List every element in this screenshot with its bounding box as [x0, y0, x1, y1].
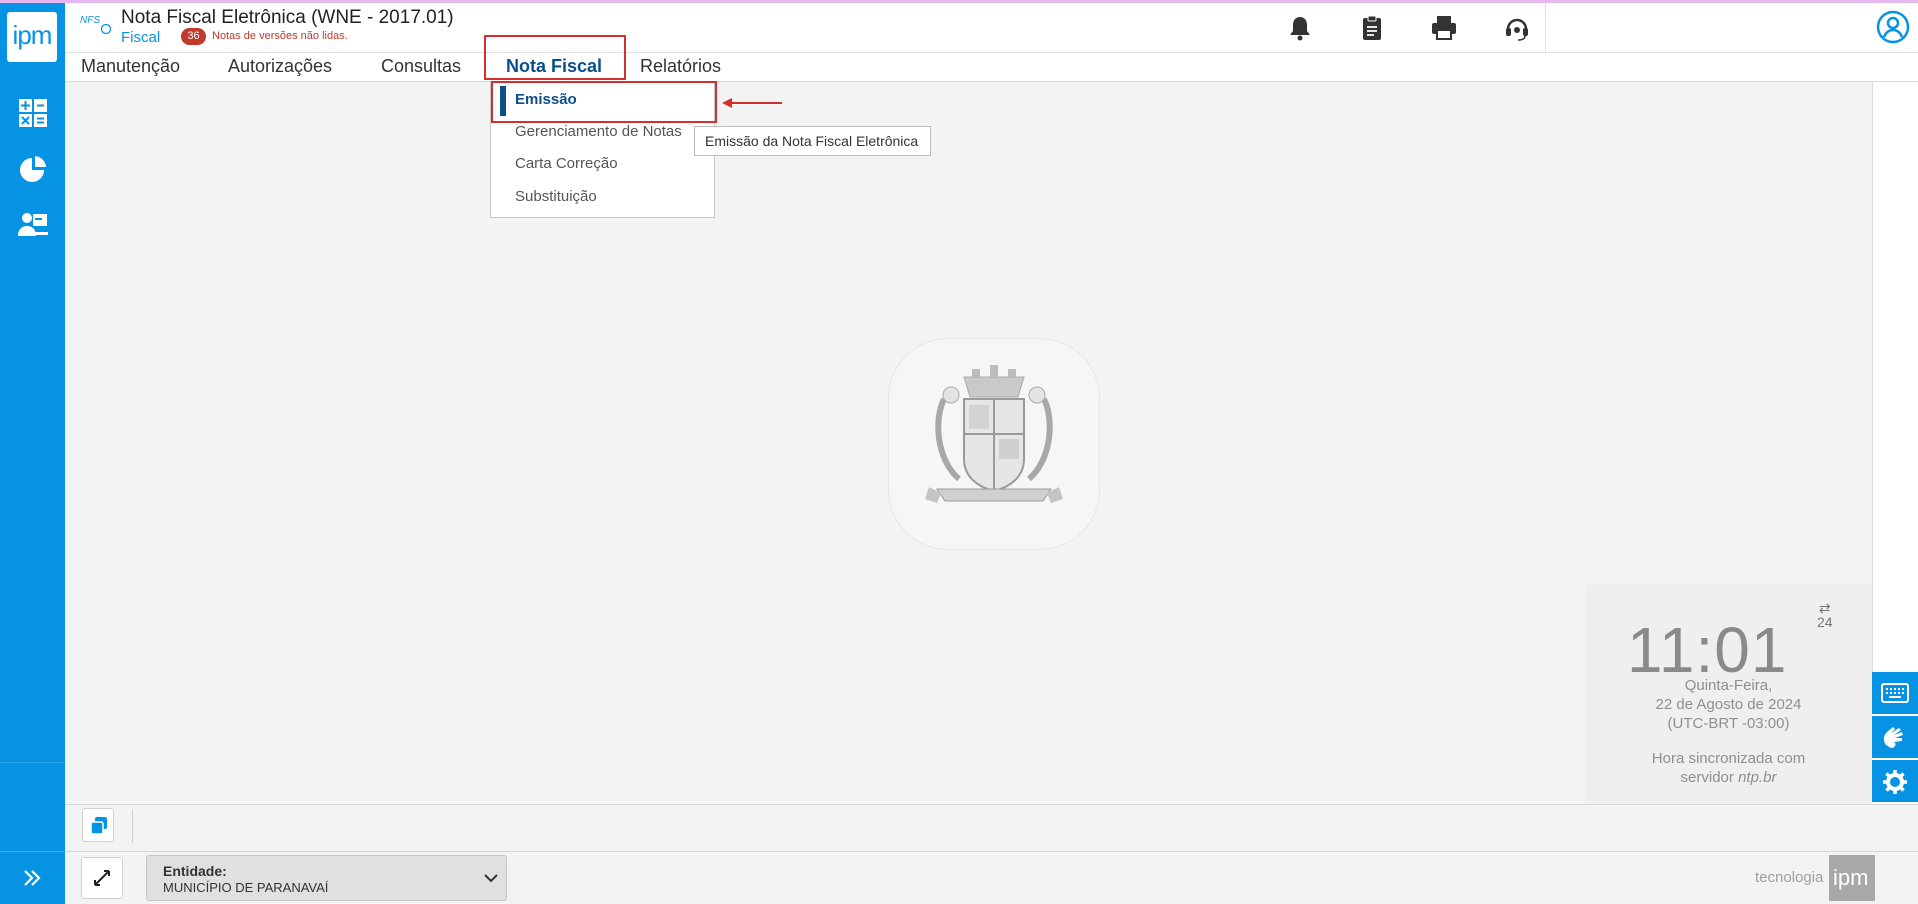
menu-consultas[interactable]: Consultas [381, 56, 461, 77]
calculator-icon[interactable] [17, 97, 49, 129]
keyboard-icon [1881, 683, 1909, 703]
nfse-stamp-icon [100, 23, 112, 35]
expand-arrows-icon [94, 870, 110, 886]
menu-highlight-box [484, 35, 626, 80]
dropdown-item-substituicao[interactable]: Substituição [515, 188, 597, 205]
emissao-tooltip: Emissão da Nota Fiscal Eletrônica [694, 126, 931, 156]
user-board-icon[interactable] [17, 209, 49, 241]
app-subtitle: Fiscal [121, 29, 161, 46]
fullscreen-button[interactable] [81, 857, 123, 899]
header: NFS Nota Fiscal Eletrônica (WNE - 2017.0… [65, 3, 1918, 53]
chevron-down-icon [484, 874, 498, 883]
clock-day: Quinta-Feira, [1684, 677, 1773, 694]
clipboard-icon[interactable] [1357, 13, 1387, 43]
clock-sync-line1: Hora sincronizada com [1651, 750, 1806, 767]
windows-button[interactable] [82, 808, 114, 842]
entity-select[interactable]: Entidade: MUNICÍPIO DE PARANAVAÍ [146, 855, 507, 901]
entity-value: MUNICÍPIO DE PARANAVAÍ [163, 880, 329, 895]
entity-label: Entidade: [163, 863, 227, 879]
app-title: Nota Fiscal Eletrônica (WNE - 2017.01) [121, 7, 454, 28]
clock-date: 22 de Agosto de 2024 [1655, 696, 1802, 713]
task-bar [65, 804, 1918, 852]
footer-brand-text: tecnologia [1755, 869, 1824, 886]
clock-sync-prefix: servidor [1680, 769, 1739, 786]
annotation-arrow-icon [722, 98, 782, 108]
clock-format-toggle[interactable]: ⇄ 24 [1817, 601, 1833, 629]
ipm-logo[interactable]: ipm [7, 12, 57, 62]
clock-panel: 11:01 ⇄ 24 Quinta-Feira, 22 de Agosto de… [1585, 585, 1872, 804]
menu-autorizacoes[interactable]: Autorizações [228, 56, 332, 77]
unread-notes-link[interactable]: Notas de versões não lidas. [212, 30, 348, 42]
pie-chart-icon[interactable] [17, 153, 49, 185]
menu-manutencao[interactable]: Manutenção [81, 56, 180, 77]
settings-button[interactable] [1872, 760, 1918, 804]
clock-format-label: 24 [1817, 614, 1833, 630]
stacked-windows-icon [90, 817, 107, 835]
municipal-crest [888, 338, 1100, 550]
footer-ipm-logo-text: ipm [1833, 865, 1869, 890]
bell-icon[interactable] [1285, 13, 1315, 43]
task-bar-divider [132, 809, 133, 843]
user-circle-icon[interactable] [1875, 9, 1911, 45]
footer-ipm-logo: ipm [1829, 855, 1875, 901]
header-divider [1545, 3, 1546, 52]
menu-bar: Manutenção Autorizações Consultas Nota F… [65, 53, 1918, 82]
printer-icon[interactable] [1429, 13, 1459, 43]
clock-sync-line2: servidor ntp.br [1585, 769, 1872, 786]
coat-of-arms-icon [925, 365, 1063, 503]
swap-arrows-icon: ⇄ [1818, 600, 1831, 616]
sign-language-icon [1883, 727, 1903, 748]
side-tools [1872, 672, 1918, 804]
menu-relatorios[interactable]: Relatórios [640, 56, 721, 77]
dropdown-item-carta-correcao[interactable]: Carta Correção [515, 155, 618, 172]
double-chevron-right-icon [24, 870, 41, 886]
clock-timezone: (UTC-BRT -03:00) [1667, 715, 1790, 732]
ipm-footer-brand: tecnologia ipm [1755, 855, 1875, 901]
unread-notes-badge[interactable]: 36 [181, 28, 206, 45]
dropdown-item-gerenciamento[interactable]: Gerenciamento de Notas [515, 123, 682, 140]
nfse-logo: NFS [80, 15, 116, 39]
headset-icon[interactable] [1502, 13, 1532, 43]
sign-language-button[interactable] [1872, 716, 1918, 760]
clock-sync-server: ntp.br [1738, 769, 1777, 786]
ipm-logo-text: ipm [12, 20, 53, 50]
footer-bar: Entidade: MUNICÍPIO DE PARANAVAÍ tecnolo… [65, 851, 1918, 904]
clock-time: 11:01 [1627, 614, 1788, 686]
sidebar: ipm [0, 3, 65, 903]
sidebar-divider [0, 762, 65, 763]
emissao-highlight-box [491, 81, 717, 123]
expand-sidebar-button[interactable] [0, 851, 65, 904]
nfse-logo-text: NFS [80, 15, 100, 26]
gear-icon [1883, 770, 1907, 794]
keyboard-button[interactable] [1872, 672, 1918, 716]
